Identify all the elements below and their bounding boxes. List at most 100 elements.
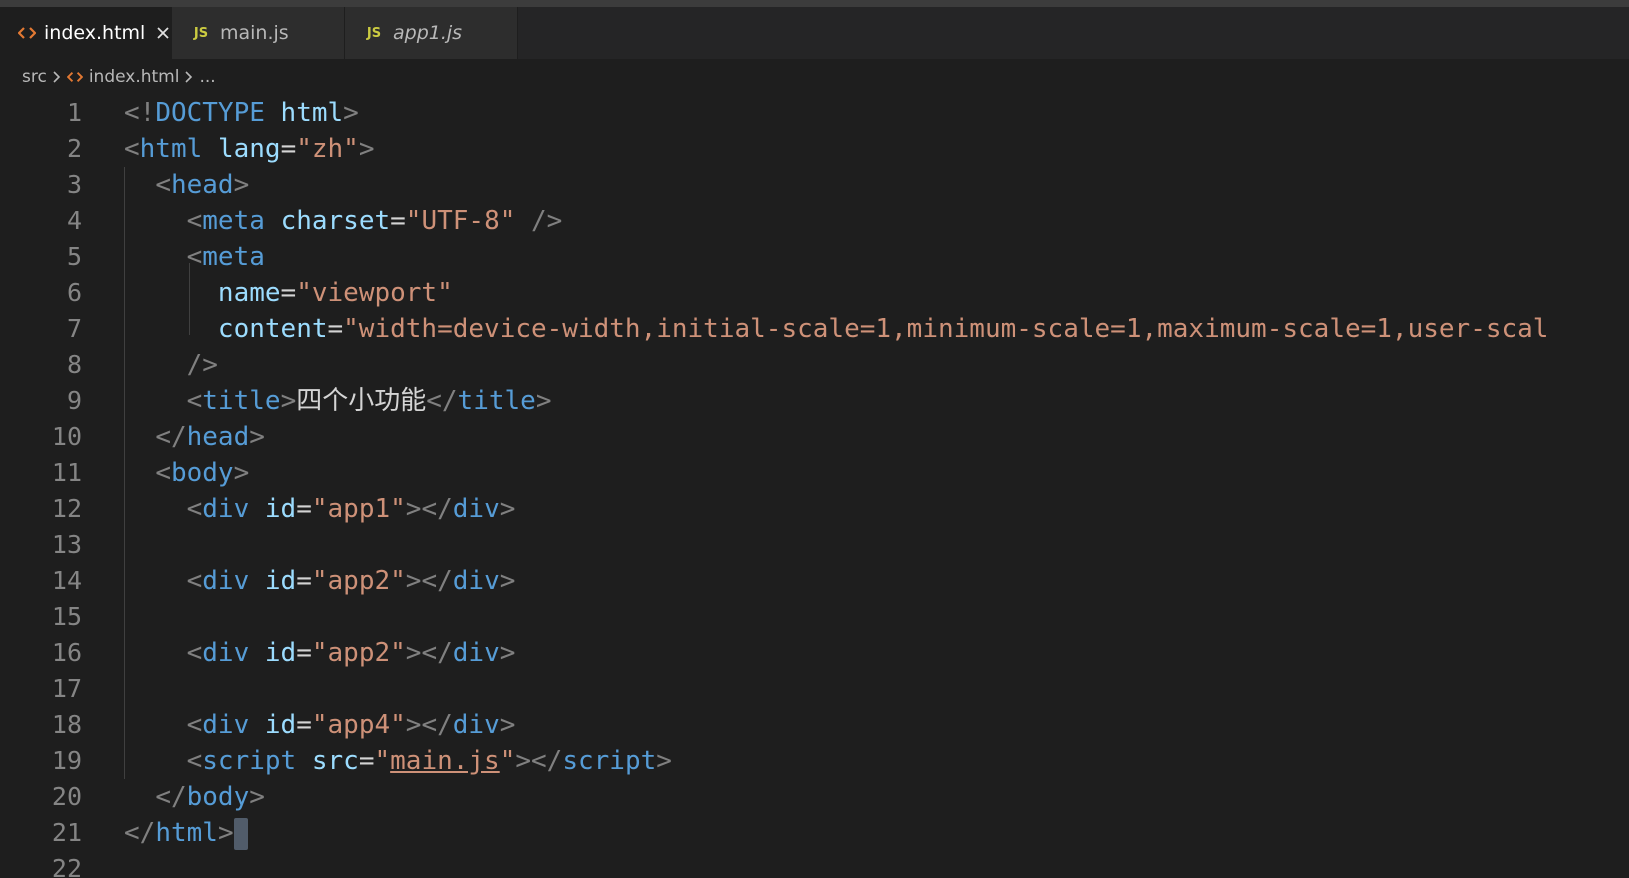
- code-text: <div id="app4"></div>: [124, 707, 516, 743]
- code-token: <: [186, 206, 203, 236]
- line-number: 18: [51, 710, 82, 739]
- code-token: DOCTYPE: [155, 98, 265, 128]
- code-token: =: [296, 494, 312, 524]
- html-icon: [18, 26, 36, 40]
- code-token: <: [186, 242, 203, 272]
- tab-label: app1.js: [393, 22, 463, 44]
- code-token: div: [202, 638, 250, 668]
- code-token: charset: [280, 206, 391, 236]
- code-token: ></: [405, 494, 453, 524]
- code-token: />: [531, 206, 563, 236]
- code-line[interactable]: 4 <meta charset="UTF-8" />: [0, 203, 1629, 239]
- code-line[interactable]: 16 <div id="app2"></div>: [0, 635, 1629, 671]
- line-number: 13: [51, 530, 82, 559]
- code-token[interactable]: main.js: [390, 746, 500, 776]
- code-text: <div id="app2"></div>: [124, 563, 516, 599]
- breadcrumb-file[interactable]: index.html: [89, 67, 180, 87]
- tab-label: main.js: [220, 22, 289, 44]
- code-token: </: [155, 782, 187, 812]
- code-line[interactable]: 19 <script src="main.js"></script>: [0, 743, 1629, 779]
- code-line[interactable]: 18 <div id="app4"></div>: [0, 707, 1629, 743]
- code-token: </: [124, 818, 156, 848]
- breadcrumb-more[interactable]: ...: [199, 67, 215, 87]
- line-number: 3: [66, 170, 82, 199]
- code-line[interactable]: 7 content="width=device-width,initial-sc…: [0, 311, 1629, 347]
- code-token: ></: [405, 566, 453, 596]
- code-line[interactable]: 21 </html>: [0, 815, 1629, 851]
- code-line[interactable]: 15: [0, 599, 1629, 635]
- code-token: =: [358, 746, 375, 776]
- text-cursor: [233, 817, 248, 850]
- code-token: head: [170, 170, 234, 200]
- code-text: </body>: [124, 779, 265, 815]
- code-token: >: [249, 422, 265, 452]
- code-line[interactable]: 2 <html lang="zh">: [0, 131, 1629, 167]
- line-number: 5: [66, 242, 82, 271]
- code-token: >: [249, 782, 265, 812]
- code-token: title: [202, 386, 281, 416]
- line-number: 11: [51, 458, 82, 487]
- breadcrumb: src index.html ...: [0, 59, 1629, 95]
- code-text: content="width=device-width,initial-scal…: [124, 311, 1549, 347]
- code-token: >: [499, 638, 516, 668]
- line-number: 21: [51, 818, 82, 847]
- code-token: title: [457, 386, 536, 416]
- line-number: 10: [51, 422, 82, 451]
- code-token: >: [535, 386, 552, 416]
- code-line[interactable]: 14 <div id="app2"></div>: [0, 563, 1629, 599]
- code-line[interactable]: 12 <div id="app1"></div>: [0, 491, 1629, 527]
- editor-tab-bar: index.html JS main.js JS app1.js: [0, 7, 1629, 59]
- code-line[interactable]: 10 </head>: [0, 419, 1629, 455]
- code-token: =: [296, 710, 312, 740]
- code-token: "app2": [311, 638, 406, 668]
- code-line[interactable]: 17: [0, 671, 1629, 707]
- code-token: <!: [124, 98, 156, 128]
- code-token: "zh": [296, 134, 359, 164]
- code-text: <head>: [124, 167, 249, 203]
- code-token: div: [452, 638, 500, 668]
- tab-index-html[interactable]: index.html: [0, 7, 172, 59]
- code-token: >: [233, 170, 250, 200]
- code-line[interactable]: 3 <head>: [0, 167, 1629, 203]
- code-line[interactable]: 9 <title>四个小功能</title>: [0, 383, 1629, 419]
- code-line[interactable]: 22: [0, 851, 1629, 878]
- code-token: <: [155, 458, 171, 488]
- breadcrumb-folder[interactable]: src: [22, 67, 47, 87]
- code-token: =: [296, 638, 312, 668]
- code-line[interactable]: 6 name="viewport": [0, 275, 1629, 311]
- code-token: "app1": [311, 494, 406, 524]
- code-text: <!DOCTYPE html>: [124, 95, 359, 131]
- line-number: 1: [66, 98, 82, 127]
- tab-app1-js[interactable]: JS app1.js: [345, 7, 518, 59]
- code-token: ></: [405, 638, 453, 668]
- line-number: 2: [66, 134, 82, 163]
- code-line[interactable]: 8 />: [0, 347, 1629, 383]
- line-number: 22: [51, 854, 82, 878]
- code-line[interactable]: 1 <!DOCTYPE html>: [0, 95, 1629, 131]
- code-token: lang: [217, 134, 281, 164]
- code-token: >: [358, 134, 375, 164]
- close-icon[interactable]: [155, 23, 171, 43]
- code-line[interactable]: 20 </body>: [0, 779, 1629, 815]
- line-number: 14: [51, 566, 82, 595]
- code-text: <meta: [124, 239, 265, 275]
- code-token: div: [202, 566, 250, 596]
- code-token: >: [280, 386, 297, 416]
- code-line[interactable]: 5 <meta: [0, 239, 1629, 275]
- code-line[interactable]: 11 <body>: [0, 455, 1629, 491]
- code-token: "app2": [311, 566, 406, 596]
- code-line[interactable]: 13: [0, 527, 1629, 563]
- code-token: div: [452, 566, 500, 596]
- code-token: ></: [515, 746, 563, 776]
- code-editor[interactable]: 1 <!DOCTYPE html> 2 <html lang="zh"> 3 <head…: [0, 95, 1629, 878]
- tab-main-js[interactable]: JS main.js: [172, 7, 345, 59]
- code-token: >: [233, 458, 250, 488]
